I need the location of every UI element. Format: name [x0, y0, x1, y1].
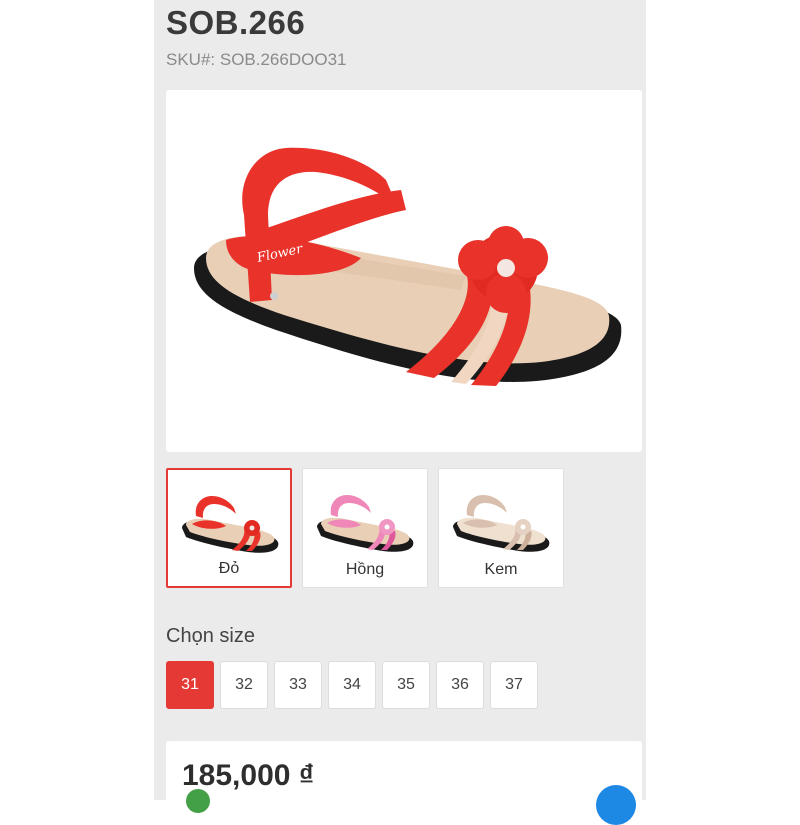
size-picker-label: Chọn size — [166, 625, 255, 647]
variant-pink[interactable]: Hồng — [302, 468, 428, 588]
size-option-31[interactable]: 31 — [166, 661, 214, 709]
size-option-32[interactable]: 32 — [220, 661, 268, 709]
variant-label: Hồng — [345, 561, 385, 578]
chat-button[interactable] — [186, 789, 210, 813]
product-main-image[interactable]: Flower — [166, 90, 642, 452]
price-card: 185,000 ₫ — [166, 741, 642, 811]
variant-label: Đỏ — [218, 560, 240, 577]
product-sku: SKU#: SOB.266DOO31 — [166, 50, 347, 69]
variant-label: Kem — [484, 561, 518, 578]
floating-action-button[interactable] — [596, 785, 636, 825]
size-option-34[interactable]: 34 — [328, 661, 376, 709]
size-option-33[interactable]: 33 — [274, 661, 322, 709]
product-price: 185,000 ₫ — [182, 759, 315, 792]
variant-red[interactable]: Đỏ — [166, 468, 292, 588]
sandal-red-thumbnail — [182, 496, 279, 553]
sandal-pink-thumbnail — [317, 495, 414, 552]
product-title: SOB.266 — [166, 4, 306, 41]
sandal-image: Flower — [194, 147, 622, 386]
variant-cream[interactable]: Kem — [438, 468, 564, 588]
size-option-36[interactable]: 36 — [436, 661, 484, 709]
product-page: SOB.266 SKU#: SOB.266DOO31 Flower Đỏ Hồn… — [154, 0, 646, 811]
sandal-cream-thumbnail — [453, 495, 550, 552]
size-option-35[interactable]: 35 — [382, 661, 430, 709]
size-option-37[interactable]: 37 — [490, 661, 538, 709]
